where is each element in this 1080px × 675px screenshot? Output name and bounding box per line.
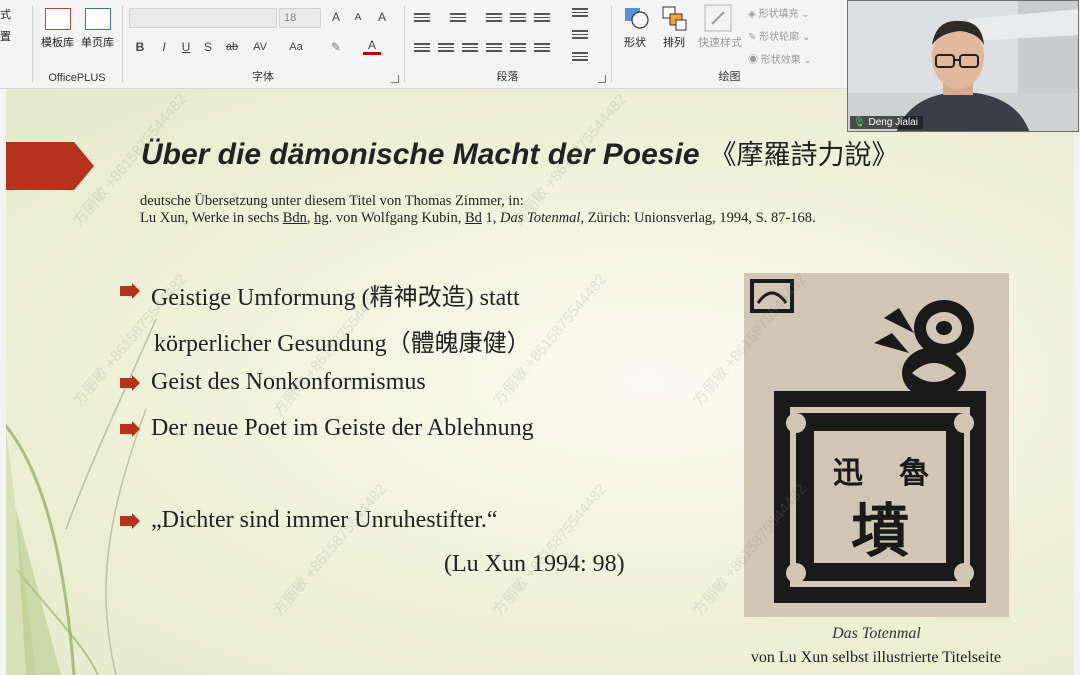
ref-prefix: Lu Xun, Werke in sechs [140,210,283,226]
template-library-icon [45,8,71,30]
bold-button[interactable]: B [131,38,149,56]
align-center-icon[interactable] [437,41,455,55]
align-text-icon[interactable] [571,28,589,42]
paragraph-dialog-launcher[interactable] [598,75,606,83]
ref-mid3: 1, [481,210,501,226]
bullet-arrow-icon [120,375,140,391]
shape-fill-label: 形状填充 [758,9,799,20]
font-color-icon[interactable]: A [363,38,381,55]
highlight-pen-icon[interactable]: ✎ [327,38,345,56]
justify-icon[interactable] [485,41,503,55]
font-dialog-launcher[interactable] [391,75,399,83]
smartart-icon[interactable] [571,50,589,64]
ref-bd: Bd [464,210,482,226]
template-library-button[interactable]: 模板库 [41,34,74,50]
title-text: Über die dämonische Macht der Poesie [141,138,700,171]
bullet-1-cont[interactable]: körperlicher Gesundung（體魄康健） [154,323,531,358]
reference-line-2[interactable]: Lu Xun, Werke in sechs Bdn, hg. von Wolf… [140,210,816,227]
columns-icon[interactable] [533,41,551,55]
book-cover-illustration: 迅 魯 墳 [750,279,986,603]
arrange-icon [662,6,687,31]
slide-title[interactable]: Über die dämonische Macht der Poesie 《摩羅詩… [141,133,899,172]
change-case-button[interactable]: Aa [285,38,307,56]
char-spacing-button[interactable]: AV [249,38,271,56]
single-page-library-button[interactable]: 单页库 [81,34,114,50]
ref-bdn: Bdn [282,210,307,226]
font-group-label: 字体 [252,71,274,83]
bullet-quote[interactable]: „Dichter sind immer Unruhestifter.“ [151,507,498,534]
shape-outline-button[interactable]: ✎ 形状轮廓 ⌄ [748,28,810,43]
bullet-arrow-icon [120,513,140,529]
bullet-2[interactable]: Geist des Nonkonformismus [151,369,426,396]
quick-styles-icon [704,4,732,32]
quote-source[interactable]: (Lu Xun 1994: 98) [444,551,625,578]
bullets-icon[interactable] [413,11,431,25]
ribbon-partial-2[interactable]: 置 [0,28,11,44]
quick-styles-button[interactable]: 快速样式 [698,34,742,50]
officeplus-group-label: OfficePLUS [48,72,106,84]
cover-char-1: 魯 [899,456,929,491]
participant-name-tag: 🎙 Deng Jialai [850,116,923,129]
clear-format-icon[interactable]: A [373,8,391,26]
shapes-button[interactable]: 形状 [624,34,646,50]
ref-mid2: . von Wolfgang Kubin, [328,210,465,226]
bullet-arrow-icon [120,283,140,299]
arrange-button[interactable]: 排列 [663,34,685,50]
strikethrough-button[interactable]: ab [223,38,241,56]
ref-book-title: Das Totenmal [500,210,581,226]
single-page-library-icon [85,8,111,30]
participant-video [848,1,1078,131]
shadow-button[interactable]: S [199,38,217,56]
shape-effects-button[interactable]: ◉ 形状效果 ⌄ [748,51,812,66]
bullet-1[interactable]: Geistige Umformung (精神改造) statt [151,277,520,312]
microphone-icon: 🎙 [853,117,866,128]
distributed-icon[interactable] [509,41,527,55]
reference-line-1[interactable]: deutsche Übersetzung unter diesem Titel … [140,193,524,210]
line-spacing-icon[interactable] [533,11,551,25]
align-right-icon[interactable] [461,41,479,55]
paragraph-group-label: 段落 [496,71,519,83]
ribbon-partial-1[interactable]: 式 [0,6,11,22]
text-direction-icon[interactable] [571,6,589,20]
cover-caption-subtitle[interactable]: von Lu Xun selbst illustrierte Titelseit… [706,649,1046,667]
decrease-indent-icon[interactable] [485,11,503,25]
align-left-icon[interactable] [413,41,431,55]
shrink-font-button[interactable]: A [349,9,367,27]
italic-button[interactable]: I [155,38,173,56]
cover-caption-title[interactable]: Das Totenmal [744,625,1009,643]
font-name-combo[interactable] [129,8,277,28]
shapes-icon [625,8,649,29]
group-paragraph: 段落 [405,0,610,88]
increase-indent-icon[interactable] [509,11,527,25]
font-size-combo[interactable]: 18 [279,8,321,28]
cover-char-3: 墳 [851,497,909,565]
bullet-arrow-icon [120,421,140,437]
participant-name: Deng Jialai [868,117,918,128]
bullet-3[interactable]: Der neue Poet im Geiste der Ablehnung [151,415,534,442]
shape-fill-button[interactable]: ◈ 形状填充 ⌄ [748,5,810,20]
slide: Über die dämonische Macht der Poesie 《摩羅詩… [6,89,1074,675]
shape-outline-label: 形状轮廓 [759,32,800,43]
grow-font-button[interactable]: A [327,8,345,26]
book-cover-image: 迅 魯 墳 [744,273,1009,617]
group-drawing: 形状 排列 快速样式 ◈ 形状填充 ⌄ ✎ 形状轮廓 ⌄ ◉ 形状效果 ⌄ 绘图 [612,0,847,88]
ref-suffix: , Zürich: Unionsverlag, 1994, S. 87-168. [580,210,816,226]
group-font: 18 A A A B I U S ab AV Aa ✎ A 字体 [123,0,403,88]
title-chinese: 《摩羅詩力說》 [709,140,899,171]
shape-effects-label: 形状效果 [760,55,801,66]
drawing-group-label: 绘图 [718,71,741,83]
ref-hg: hg [314,210,329,226]
title-arrow-marker [6,142,94,190]
video-feed[interactable]: 🎙 Deng Jialai [847,0,1079,132]
underline-button[interactable]: U [177,38,195,56]
cover-char-2: 迅 [833,456,863,491]
numbering-icon[interactable] [449,11,467,25]
group-officeplus: 模板库 单页库 OfficePLUS [33,0,121,88]
